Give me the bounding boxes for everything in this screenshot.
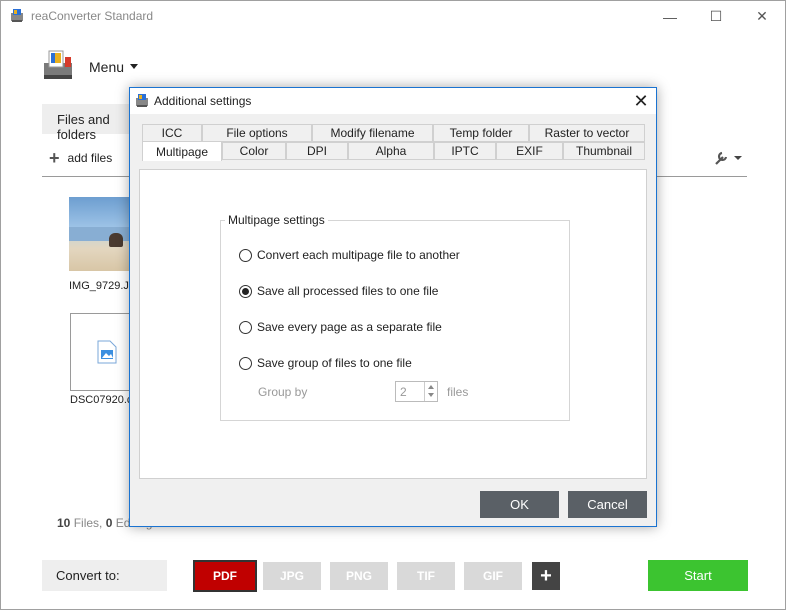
radio-button-selected[interactable] — [239, 284, 252, 298]
radio-label: Save group of files to one file — [257, 356, 412, 370]
format-gif-button[interactable]: GIF — [464, 562, 522, 590]
tab-iptc[interactable]: IPTC — [434, 142, 496, 160]
format-png-button[interactable]: PNG — [330, 562, 388, 590]
main-menu-button[interactable]: Menu — [41, 49, 161, 85]
add-format-button[interactable]: + — [532, 562, 560, 590]
app-logo-icon — [44, 50, 72, 79]
tab-dpi[interactable]: DPI — [286, 142, 348, 160]
edit-count: 0 — [105, 516, 113, 530]
image-file-icon — [97, 340, 117, 364]
tab-raster-to-vector[interactable]: Raster to vector — [529, 124, 645, 142]
spin-down-icon[interactable] — [428, 393, 434, 397]
minimize-icon: — — [663, 8, 677, 25]
group-by-value: 2 — [400, 385, 407, 399]
plus-icon: + — [49, 148, 60, 168]
group-by-spinner[interactable]: 2 — [395, 381, 438, 402]
files-count: 10 — [57, 516, 71, 530]
group-by-label: Group by — [258, 385, 308, 399]
wrench-icon[interactable] — [713, 150, 743, 166]
files-word: Files, — [73, 516, 103, 530]
tab-multipage[interactable]: Multipage — [142, 141, 222, 161]
close-button[interactable]: ✕ — [739, 1, 785, 32]
files-unit-label: files — [447, 385, 469, 399]
add-files-label: add files — [67, 151, 113, 165]
group-title: Multipage settings — [225, 213, 328, 227]
ok-button[interactable]: OK — [480, 491, 559, 518]
app-icon — [11, 9, 23, 22]
tab-temp-folder[interactable]: Temp folder — [433, 124, 529, 142]
tab-alpha[interactable]: Alpha — [348, 142, 434, 160]
radio-label: Save all processed files to one file — [257, 284, 439, 298]
minimize-button[interactable]: — — [647, 1, 693, 32]
menu-label: Menu — [89, 59, 125, 75]
image-thumbnail[interactable] — [69, 197, 131, 271]
radio-label: Convert each multipage file to another — [257, 248, 460, 262]
multipage-panel: Multipage settings Convert each multipag… — [139, 169, 647, 479]
format-jpg-button[interactable]: JPG — [263, 562, 321, 590]
thumbnail-person — [109, 233, 123, 247]
radio-button[interactable] — [239, 248, 252, 262]
maximize-icon: ☐ — [709, 8, 723, 24]
close-icon: ✕ — [756, 8, 768, 24]
format-pdf-button[interactable]: PDF — [193, 560, 257, 592]
tab-file-options[interactable]: File options — [202, 124, 312, 142]
convert-to-text: Convert to: — [56, 568, 120, 583]
radio-button[interactable] — [239, 356, 252, 370]
tab-files-and-folders[interactable]: Files and folders — [42, 104, 142, 142]
app-title: reaConverter Standard — [31, 9, 154, 23]
radio-label: Save every page as a separate file — [257, 320, 442, 334]
option-every-page-separate[interactable]: Save every page as a separate file — [239, 319, 442, 335]
caret-down-icon — [130, 64, 138, 69]
file-thumbnail[interactable] — [70, 313, 132, 391]
maximize-button[interactable]: ☐ — [693, 1, 739, 32]
spin-up-icon[interactable] — [428, 385, 434, 389]
add-files-button[interactable]: + add files — [49, 149, 112, 167]
option-convert-each[interactable]: Convert each multipage file to another — [239, 247, 460, 263]
dialog-close-button[interactable]: ✕ — [628, 90, 654, 112]
start-button[interactable]: Start — [648, 560, 748, 591]
option-group-of-files[interactable]: Save group of files to one file — [239, 355, 412, 371]
tab-modify-filename[interactable]: Modify filename — [312, 124, 433, 142]
title-bar: reaConverter Standard — ☐ ✕ — [1, 1, 785, 32]
convert-to-label: Convert to: — [42, 560, 167, 591]
tab-icc[interactable]: ICC — [142, 124, 202, 142]
close-icon: ✕ — [633, 90, 649, 111]
option-save-all-one-file[interactable]: Save all processed files to one file — [239, 283, 438, 299]
format-tif-button[interactable]: TIF — [397, 562, 455, 590]
dialog-title: Additional settings — [154, 94, 252, 108]
tab-thumbnail[interactable]: Thumbnail — [563, 142, 645, 160]
cancel-button[interactable]: Cancel — [568, 491, 647, 518]
tab-color[interactable]: Color — [222, 142, 286, 160]
additional-settings-dialog: Additional settings ✕ ICC File options M… — [129, 87, 657, 527]
dialog-title-bar: Additional settings ✕ — [130, 88, 656, 114]
spinner-buttons[interactable] — [424, 382, 437, 401]
multipage-settings-group: Multipage settings Convert each multipag… — [220, 213, 570, 421]
tab-exif[interactable]: EXIF — [496, 142, 563, 160]
app-icon — [136, 94, 148, 107]
radio-button[interactable] — [239, 320, 252, 334]
